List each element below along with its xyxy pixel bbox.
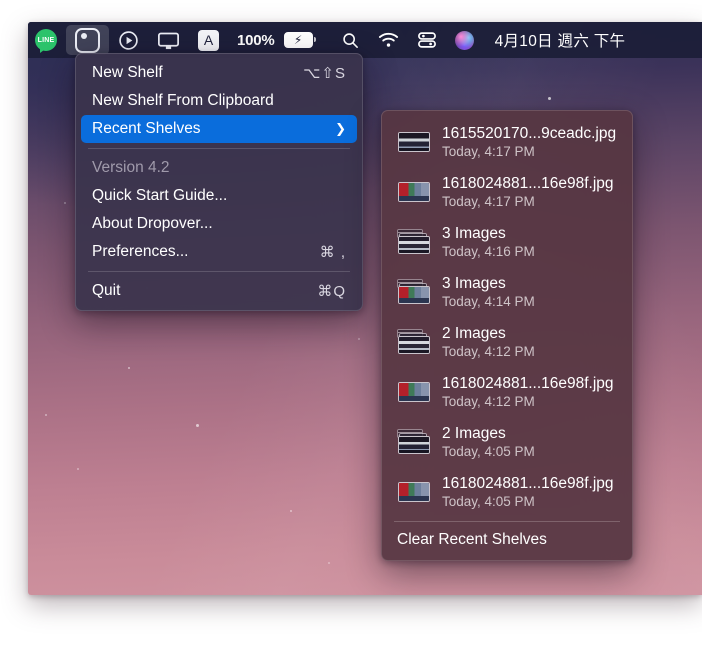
menu-separator <box>88 271 350 272</box>
recent-shelf-item[interactable]: 2 Images Today, 4:05 PM <box>387 417 627 467</box>
battery-percent-label: 100% <box>237 31 275 49</box>
shelf-title: 2 Images <box>442 325 506 342</box>
menu-bar-item-line[interactable]: LINE <box>28 25 66 55</box>
menu-item-shortcut: ⌥⇧S <box>303 65 346 82</box>
recent-shelves-submenu: 1615520170...9ceadc.jpg Today, 4:17 PM 1… <box>381 110 633 561</box>
line-messenger-icon: LINE <box>35 29 57 53</box>
shelf-thumbnail-icon <box>397 229 431 255</box>
recent-shelf-item[interactable]: 2 Images Today, 4:12 PM <box>387 317 627 367</box>
menu-bar-clock[interactable]: 4月10日 週六 下午 <box>483 25 635 55</box>
menu-item-shortcut: ⌘ , <box>319 244 346 261</box>
menu-separator <box>88 148 350 149</box>
shelf-thumbnail-icon <box>397 379 431 405</box>
menu-bar-item-display[interactable] <box>148 25 189 55</box>
menu-item-label: Preferences... <box>92 243 189 260</box>
shelf-thumbnail-icon <box>397 479 431 505</box>
recent-shelf-item[interactable]: 3 Images Today, 4:16 PM <box>387 217 627 267</box>
play-circle-icon <box>119 30 138 50</box>
input-source-a-icon: A <box>198 29 219 51</box>
menu-item-new-shelf-from-clipboard[interactable]: New Shelf From Clipboard <box>81 87 357 115</box>
dropover-shelf-icon <box>75 27 100 53</box>
shelf-timestamp: Today, 4:05 PM <box>442 494 535 509</box>
dropover-main-menu: New Shelf ⌥⇧S New Shelf From Clipboard R… <box>75 53 363 311</box>
menu-bar-item-input-source[interactable]: A <box>189 25 228 55</box>
shelf-thumbnail-icon <box>397 279 431 305</box>
menu-bar-item-search[interactable] <box>332 25 369 55</box>
shelf-thumbnail-icon <box>397 179 431 205</box>
recent-shelf-item[interactable]: 3 Images Today, 4:14 PM <box>387 267 627 317</box>
control-center-icon <box>417 32 436 48</box>
desktop-screen: LINE A 100% ⚡ 4月10日 週六 下午 New Shelf ⌥⇧S … <box>28 22 702 595</box>
siri-icon <box>454 30 474 50</box>
menu-item-label: Recent Shelves <box>92 120 201 137</box>
menu-item-label: Quick Start Guide... <box>92 187 228 204</box>
clock-label: 4月10日 週六 下午 <box>494 33 626 50</box>
shelf-title: 3 Images <box>442 225 506 242</box>
menu-item-new-shelf[interactable]: New Shelf ⌥⇧S <box>81 59 357 87</box>
screenshot-root: LINE A 100% ⚡ 4月10日 週六 下午 New Shelf ⌥⇧S … <box>0 0 702 650</box>
shelf-thumbnail-icon <box>397 329 431 355</box>
submenu-separator <box>394 521 620 522</box>
shelf-timestamp: Today, 4:17 PM <box>442 144 535 159</box>
menu-item-version: Version 4.2 <box>81 154 357 182</box>
display-monitor-icon <box>158 32 179 49</box>
clear-recent-shelves-label: Clear Recent Shelves <box>397 531 547 548</box>
shelf-title: 1615520170...9ceadc.jpg <box>442 125 617 142</box>
recent-shelf-item[interactable]: 1618024881...16e98f.jpg Today, 4:05 PM <box>387 467 627 517</box>
menu-bar-item-battery[interactable]: 100% ⚡ <box>228 25 322 55</box>
shelf-title: 1618024881...16e98f.jpg <box>442 475 614 492</box>
menu-bar-item-siri[interactable] <box>446 25 483 55</box>
shelf-title: 2 Images <box>442 425 506 442</box>
shelf-thumbnail-icon <box>397 129 431 155</box>
shelf-title: 1618024881...16e98f.jpg <box>442 175 614 192</box>
shelf-title: 3 Images <box>442 275 506 292</box>
menu-bar-item-dropover[interactable] <box>66 25 109 55</box>
shelf-timestamp: Today, 4:12 PM <box>442 344 535 359</box>
shelf-timestamp: Today, 4:05 PM <box>442 444 535 459</box>
menu-item-quick-start-guide[interactable]: Quick Start Guide... <box>81 182 357 210</box>
shelf-title: 1618024881...16e98f.jpg <box>442 375 614 392</box>
recent-shelf-item[interactable]: 1618024881...16e98f.jpg Today, 4:12 PM <box>387 367 627 417</box>
shelf-timestamp: Today, 4:12 PM <box>442 394 535 409</box>
line-icon-label: LINE <box>37 36 55 44</box>
menu-item-label: About Dropover... <box>92 215 213 232</box>
menu-item-label: New Shelf From Clipboard <box>92 92 274 109</box>
search-icon <box>342 32 358 48</box>
shelf-timestamp: Today, 4:17 PM <box>442 194 535 209</box>
menu-item-shortcut: ⌘Q <box>317 283 346 300</box>
menu-item-recent-shelves[interactable]: Recent Shelves ❯ <box>81 115 357 143</box>
battery-charging-icon: ⚡ <box>283 32 316 48</box>
menu-bar-item-control-center[interactable] <box>408 25 446 55</box>
menu-bar-item-wifi[interactable] <box>369 25 408 55</box>
recent-shelf-item[interactable]: 1618024881...16e98f.jpg Today, 4:17 PM <box>387 167 627 217</box>
menu-item-label: Version 4.2 <box>92 159 170 176</box>
menu-item-label: New Shelf <box>92 64 163 81</box>
shelf-timestamp: Today, 4:16 PM <box>442 244 535 259</box>
menu-bar-item-player[interactable] <box>109 25 148 55</box>
clear-recent-shelves-button[interactable]: Clear Recent Shelves <box>387 525 627 555</box>
shelf-thumbnail-icon <box>397 429 431 455</box>
menu-item-label: Quit <box>92 282 121 299</box>
recent-shelf-item[interactable]: 1615520170...9ceadc.jpg Today, 4:17 PM <box>387 117 627 167</box>
wifi-icon <box>378 32 398 47</box>
menu-item-quit[interactable]: Quit ⌘Q <box>81 277 357 305</box>
chevron-right-icon: ❯ <box>335 121 346 136</box>
menu-item-preferences[interactable]: Preferences... ⌘ , <box>81 238 357 266</box>
shelf-timestamp: Today, 4:14 PM <box>442 294 535 309</box>
menu-item-about-dropover[interactable]: About Dropover... <box>81 210 357 238</box>
